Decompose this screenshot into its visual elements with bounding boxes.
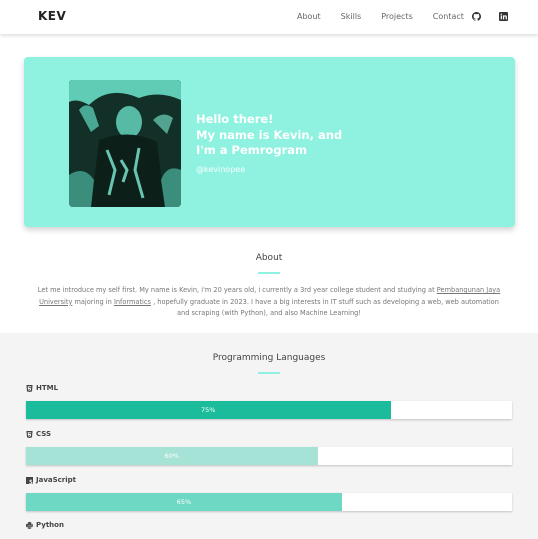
greeting-line-1: Hello there! [196,112,274,126]
skill-percent-javascript: 65% [176,498,192,506]
skill-fill-css: 60% [26,447,318,465]
skill-name-css: CSS [36,430,52,438]
skill-fill-javascript: 65% [26,493,342,511]
python-icon [26,521,33,529]
greeting-line-3: I'm a Pemrogram [196,143,307,157]
hero-greeting: Hello there! My name is Kevin, and I'm a… [196,112,356,159]
about-text-mid: majoring in [74,297,112,306]
greeting-line-2: My name is Kevin, and [196,127,343,142]
navbar: KEV About Skills Projects Contact [0,0,538,34]
about-text: Let me introduce my self first. My name … [36,285,502,320]
about-title: About [255,253,283,263]
profile-photo [69,80,181,207]
nav-link-contact[interactable]: Contact [433,12,464,21]
skill-label-python: Python [26,521,64,529]
skills-title: Programming Languages [212,353,326,363]
skill-label-javascript: JavaScript [26,476,76,484]
hero-handle: @kevinopee [196,164,246,174]
skill-fill-html: 75% [26,401,391,419]
skill-name-python: Python [36,521,64,529]
skill-percent-css: 60% [164,452,180,460]
linkedin-icon[interactable] [499,12,508,21]
skill-name-html: HTML [36,384,59,392]
skills-underline [258,372,280,374]
html5-icon [26,384,33,392]
about-text-outro: , hopefully graduate in 2023. I have a b… [153,297,499,318]
skill-bar-html: 75% [26,401,512,419]
brand-logo[interactable]: KEV [38,9,66,23]
nav-link-about[interactable]: About [297,12,321,21]
hero-card: Hello there! My name is Kevin, and I'm a… [24,57,515,227]
skill-label-css: CSS [26,430,51,438]
github-icon[interactable] [472,12,481,21]
skill-label-html: HTML [26,384,58,392]
about-text-intro: Let me introduce my self first. My name … [37,286,435,294]
css3-icon [26,430,33,438]
hero-text: Hello there! My name is Kevin, and I'm a… [196,112,356,174]
nav-link-skills[interactable]: Skills [341,12,362,21]
nav-link-projects[interactable]: Projects [381,12,413,21]
skill-bar-javascript: 65% [26,493,512,511]
nav-links: About Skills Projects Contact [297,12,484,21]
major-link[interactable]: Informatics [114,298,151,306]
skill-name-javascript: JavaScript [36,476,77,484]
about-underline [258,272,280,274]
javascript-icon [26,476,33,484]
skill-bar-css: 60% [26,447,512,465]
skill-percent-html: 75% [201,406,216,414]
